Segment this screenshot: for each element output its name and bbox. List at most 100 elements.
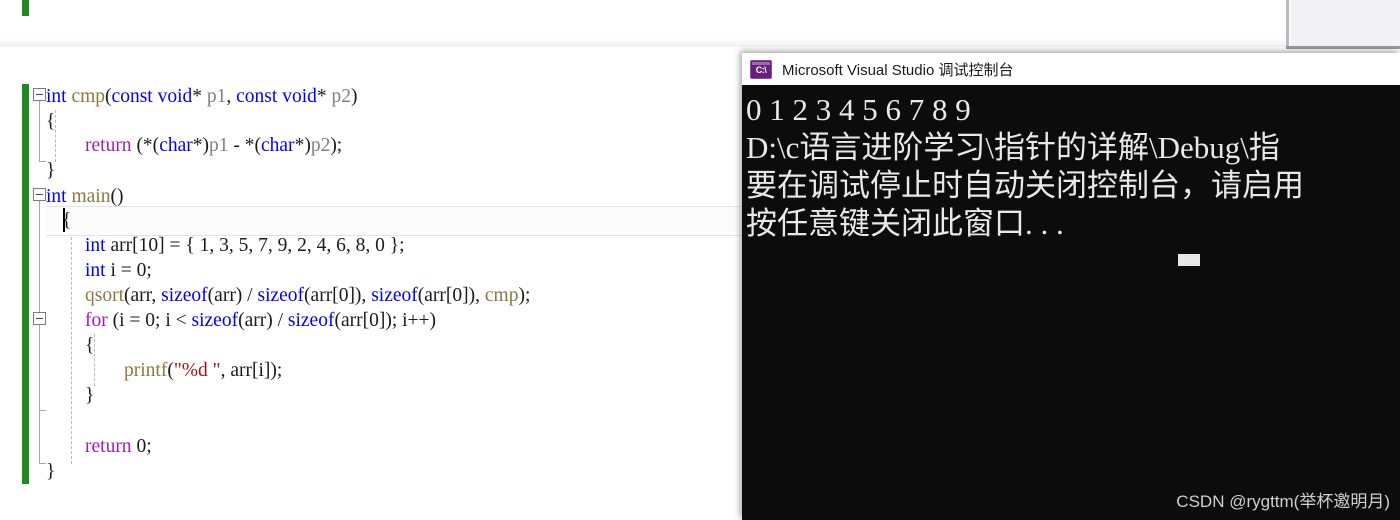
- code-token: ,: [287, 235, 298, 256]
- code-token: p1: [209, 135, 229, 156]
- code-token: main: [71, 186, 111, 207]
- code-token: cmp: [484, 285, 519, 306]
- top-vertical-divider: [1286, 0, 1289, 47]
- code-token: 9: [277, 235, 288, 256]
- code-token: ,: [365, 235, 376, 256]
- code-token: int: [46, 186, 67, 207]
- code-token: (arr[: [304, 285, 339, 306]
- code-token: cmp: [71, 86, 106, 107]
- code-token: ,: [306, 235, 317, 256]
- code-line: }: [0, 158, 55, 183]
- code-token: int: [85, 260, 106, 281]
- code-line: for (i = 0; i < sizeof(arr) / sizeof(arr…: [0, 308, 436, 333]
- code-token: ]),: [462, 285, 485, 306]
- code-token: 0: [145, 310, 156, 331]
- code-token: (*(: [131, 135, 160, 156]
- code-token: {: [46, 111, 56, 132]
- console-line: D:\c语言进阶学习\指针的详解\Debug\指: [746, 130, 1280, 165]
- code-token: }: [46, 461, 56, 482]
- code-line: return (*(char*)p1 - *(char*)p2);: [0, 133, 342, 158]
- console-output-area[interactable]: 0 1 2 3 4 5 6 7 8 9 D:\c语言进阶学习\指针的详解\Debu…: [742, 85, 1400, 520]
- code-token: i =: [105, 260, 137, 281]
- code-line: }: [0, 459, 55, 484]
- code-token: 8: [355, 235, 366, 256]
- code-token: ;: [146, 436, 152, 457]
- code-token: 6: [336, 235, 346, 256]
- code-token: (): [110, 186, 124, 207]
- code-token: 2: [297, 235, 307, 256]
- code-token: ;: [146, 260, 152, 281]
- console-titlebar[interactable]: C:\ Microsoft Visual Studio 调试控制台: [742, 53, 1400, 85]
- code-token: sizeof: [287, 310, 335, 331]
- code-token: 3: [219, 235, 229, 256]
- code-line: {: [0, 333, 94, 358]
- code-line: {: [0, 109, 55, 134]
- code-token: arr[: [105, 235, 139, 256]
- code-line: }: [0, 383, 94, 408]
- code-token: 0: [452, 285, 463, 306]
- code-token: int: [85, 235, 106, 256]
- code-text-area[interactable]: int cmp(const void* p1, const void* p2){…: [0, 0, 742, 520]
- code-token: p2: [331, 86, 351, 107]
- code-token: *: [192, 86, 207, 107]
- code-token: *): [294, 135, 311, 156]
- code-token: char: [261, 135, 295, 156]
- code-token: ,: [209, 235, 220, 256]
- code-token: void: [282, 86, 317, 107]
- code-token: const: [236, 86, 278, 107]
- code-token: ]); i++): [378, 310, 437, 331]
- code-token: );: [518, 285, 531, 306]
- code-token: (i =: [107, 310, 146, 331]
- code-token: );: [330, 135, 343, 156]
- code-token: };: [384, 235, 405, 256]
- code-token: void: [157, 86, 193, 107]
- code-line: {: [0, 208, 71, 233]
- code-token: , arr[i]);: [220, 360, 283, 381]
- code-token: {: [85, 335, 95, 356]
- code-token: ,: [345, 235, 356, 256]
- code-token: 7: [258, 235, 268, 256]
- code-token: char: [159, 135, 193, 156]
- console-line: 0 1 2 3 4 5 6 7 8 9: [746, 92, 971, 127]
- code-token: ,: [226, 86, 237, 107]
- code-token: return: [85, 436, 132, 457]
- top-right-panel: [1290, 0, 1400, 46]
- code-token: *): [192, 135, 209, 156]
- code-token: sizeof: [257, 285, 305, 306]
- code-token: 0: [369, 310, 379, 331]
- console-line: 要在调试停止时自动关闭控制台，请启用: [746, 168, 1304, 203]
- code-token: ] = {: [158, 235, 200, 256]
- code-token: 0: [136, 260, 147, 281]
- code-line: int i = 0;: [0, 258, 152, 283]
- code-token: ]),: [348, 285, 372, 306]
- code-token: ,: [326, 235, 337, 256]
- csdn-watermark: CSDN @rygttm(举杯邀明月): [1176, 492, 1390, 511]
- console-title-text: Microsoft Visual Studio 调试控制台: [782, 61, 1014, 79]
- code-token: - *(: [228, 135, 261, 156]
- console-window[interactable]: C:\ Microsoft Visual Studio 调试控制台 0 1 2 …: [742, 53, 1400, 520]
- code-token: *: [316, 86, 332, 107]
- code-token: }: [85, 385, 95, 406]
- code-token: 0: [136, 436, 147, 457]
- code-line: int arr[10] = { 1, 3, 5, 7, 9, 2, 4, 6, …: [0, 233, 405, 258]
- code-token: sizeof: [191, 310, 239, 331]
- code-token: printf: [124, 360, 168, 381]
- code-token: {: [62, 210, 72, 231]
- code-line: int main(): [0, 184, 123, 209]
- code-token: 0: [338, 285, 349, 306]
- code-line: qsort(arr, sizeof(arr) / sizeof(arr[0]),…: [0, 283, 530, 308]
- code-token: ,: [267, 235, 278, 256]
- code-token: int: [46, 86, 67, 107]
- code-token: ,: [228, 235, 239, 256]
- code-token: ): [350, 86, 358, 107]
- code-token: (arr) /: [238, 310, 288, 331]
- code-token: (arr) /: [207, 285, 258, 306]
- code-token: sizeof: [161, 285, 208, 306]
- console-line: 按任意键关闭此窗口. . .: [746, 206, 1064, 241]
- code-line: return 0;: [0, 434, 152, 459]
- console-icon-glyph: C:\: [755, 64, 767, 75]
- code-line: int cmp(const void* p1, const void* p2): [0, 84, 357, 109]
- code-token: (arr,: [124, 285, 162, 306]
- code-token: for: [85, 310, 108, 331]
- code-token: 10: [138, 235, 159, 256]
